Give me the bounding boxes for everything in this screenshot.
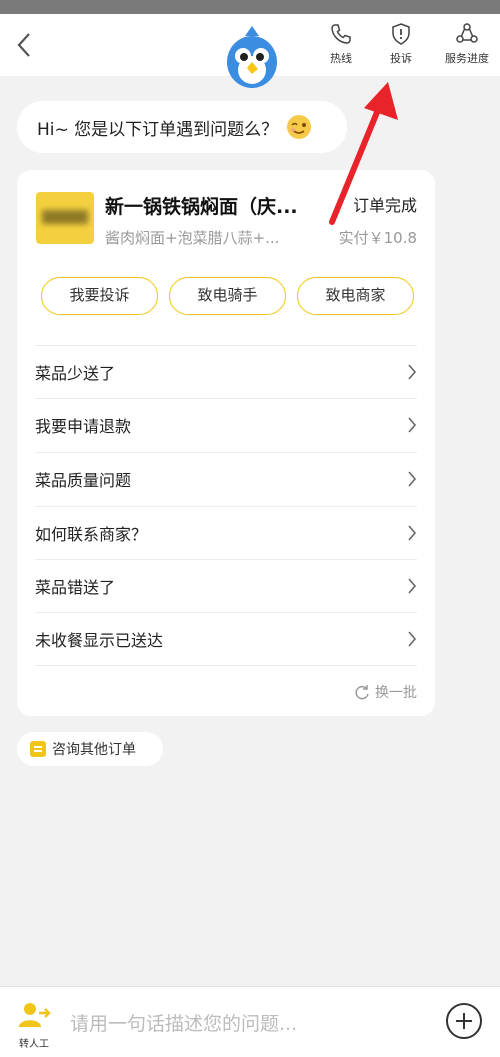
question-item[interactable]: 菜品错送了 <box>35 559 417 612</box>
other-orders-label: 咨询其他订单 <box>52 742 136 758</box>
question-label: 菜品质量问题 <box>35 471 132 490</box>
status-bar <box>0 0 500 14</box>
chevron-right-icon <box>408 631 417 647</box>
question-item[interactable]: 菜品质量问题 <box>35 452 417 505</box>
complaint-label: 投诉 <box>390 52 412 65</box>
refresh-button[interactable]: 换一批 <box>354 682 417 702</box>
phone-icon <box>331 24 351 44</box>
hotline-label: 热线 <box>330 52 352 65</box>
chevron-right-icon <box>408 417 417 433</box>
bird-mascot-icon <box>227 26 277 88</box>
wink-emoji-icon <box>287 115 312 139</box>
chevron-right-icon <box>408 578 417 594</box>
order-paid-amount: 实付￥10.8 <box>338 229 417 247</box>
document-icon <box>30 741 46 757</box>
progress-icon <box>456 23 478 43</box>
complain-button[interactable]: 我要投诉 <box>41 277 158 315</box>
call-merchant-button[interactable]: 致电商家 <box>297 277 414 315</box>
greeting-text: Hi~ 您是以下订单遇到问题么？ <box>37 119 279 140</box>
question-item[interactable]: 未收餐显示已送达 <box>35 612 417 665</box>
bottom-bar: 转人工 <box>0 986 500 1057</box>
question-item[interactable]: 菜品少送了 <box>35 345 417 398</box>
question-item[interactable]: 我要申请退款 <box>35 398 417 451</box>
message-input[interactable] <box>70 1009 430 1039</box>
divider <box>35 665 417 666</box>
other-orders-button[interactable]: 咨询其他订单 <box>17 732 163 766</box>
annotation-arrow-icon <box>329 82 398 225</box>
back-button[interactable] <box>12 30 38 60</box>
chevron-left-icon <box>17 33 30 57</box>
refresh-label: 换一批 <box>375 685 417 701</box>
chevron-right-icon <box>408 364 417 380</box>
chevron-right-icon <box>408 525 417 541</box>
transfer-agent-label: 转人工 <box>19 1039 49 1050</box>
transfer-agent-button[interactable]: 转人工 <box>14 1001 54 1050</box>
call-rider-button[interactable]: 致电骑手 <box>169 277 286 315</box>
question-label: 我要申请退款 <box>35 417 132 436</box>
question-label: 菜品少送了 <box>35 364 116 383</box>
shield-icon <box>392 23 410 45</box>
complaint-button[interactable]: 投诉 <box>371 20 431 72</box>
mascot-avatar <box>221 22 283 92</box>
order-items: 酱肉焖面+泡菜腊八蒜+... <box>105 229 280 247</box>
question-label: 菜品错送了 <box>35 578 116 597</box>
service-progress-button[interactable]: 服务进度 <box>437 20 497 72</box>
chevron-right-icon <box>408 471 417 487</box>
store-logo <box>36 192 94 244</box>
agent-icon <box>19 1003 51 1027</box>
hotline-button[interactable]: 热线 <box>311 20 371 72</box>
greeting-bubble: Hi~ 您是以下订单遇到问题么？ <box>17 101 347 153</box>
question-label: 未收餐显示已送达 <box>35 631 164 650</box>
store-name[interactable]: 新一锅铁锅焖面（庆... <box>105 192 325 219</box>
question-label: 如何联系商家？ <box>35 525 148 544</box>
refresh-icon <box>355 685 369 700</box>
order-card: 新一锅铁锅焖面（庆... 订单完成 酱肉焖面+泡菜腊八蒜+... 实付￥10.8… <box>17 170 435 716</box>
add-button[interactable] <box>446 1003 482 1039</box>
question-item[interactable]: 如何联系商家？ <box>35 506 417 559</box>
service-progress-label: 服务进度 <box>445 52 489 65</box>
